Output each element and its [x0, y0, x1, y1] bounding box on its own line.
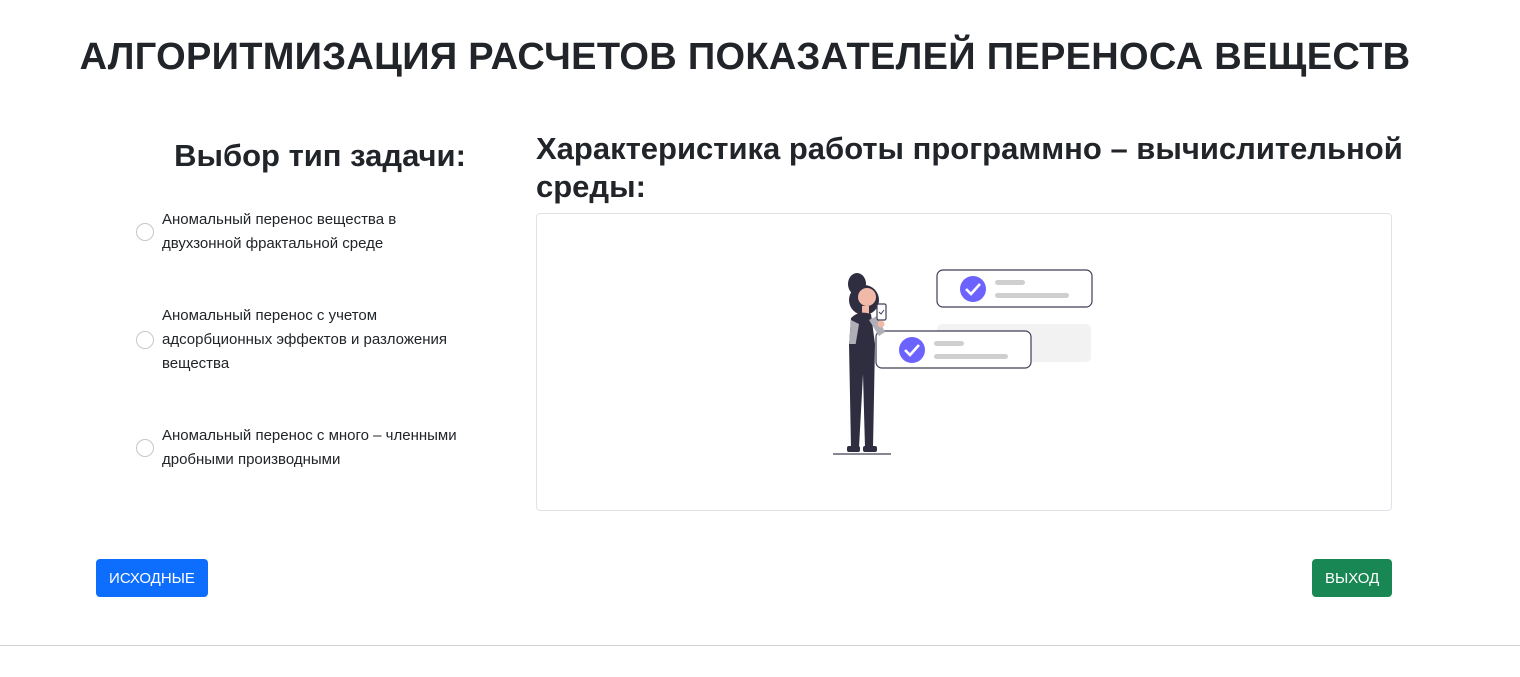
page-title: АЛГОРИТМИЗАЦИЯ РАСЧЕТОВ ПОКАЗАТЕЛЕЙ ПЕРЕ…: [79, 36, 1411, 78]
task-option-label[interactable]: Аномальный перенос с учетом адсорбционны…: [162, 304, 482, 376]
task-option-3[interactable]: Аномальный перенос с много – членными др…: [130, 424, 490, 472]
task-option-label[interactable]: Аномальный перенос с много – членными др…: [162, 424, 490, 472]
task-option-1[interactable]: Аномальный перенос вещества в двухзонной…: [130, 208, 490, 256]
task-option-label[interactable]: Аномальный перенос вещества в двухзонной…: [162, 208, 412, 256]
environment-title: Характеристика работы программно – вычис…: [536, 131, 1403, 204]
task-option-2[interactable]: Аномальный перенос с учетом адсорбционны…: [130, 304, 490, 376]
page: АЛГОРИТМИЗАЦИЯ РАСЧЕТОВ ПОКАЗАТЕЛЕЙ ПЕРЕ…: [0, 0, 1520, 677]
task-selection-panel: Выбор тип задачи: Аномальный перенос вещ…: [130, 138, 490, 468]
radio-button[interactable]: [136, 223, 154, 241]
person-with-checklist-illustration: [833, 269, 1093, 455]
environment-card: [536, 213, 1392, 511]
radio-button[interactable]: [136, 331, 154, 349]
exit-button[interactable]: ВЫХОД: [1312, 559, 1392, 597]
source-data-button[interactable]: ИСХОДНЫЕ: [96, 559, 208, 597]
task-selection-title: Выбор тип задачи:: [174, 138, 466, 173]
radio-button[interactable]: [136, 439, 154, 457]
footer-divider: [0, 645, 1520, 646]
